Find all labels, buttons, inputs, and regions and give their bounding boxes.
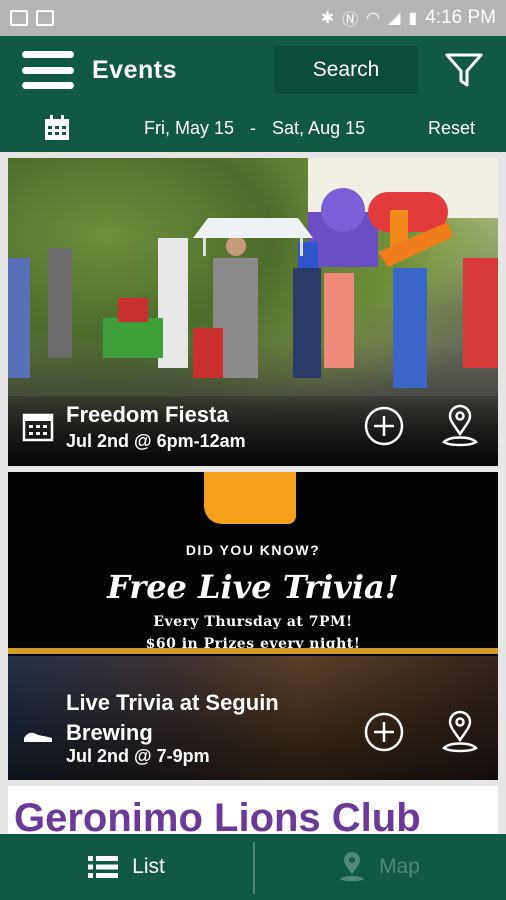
flyer-accent-shape xyxy=(204,472,296,524)
search-button[interactable]: Search xyxy=(274,46,418,94)
list-icon xyxy=(88,856,119,878)
flyer-divider xyxy=(8,648,498,654)
add-to-calendar-button[interactable] xyxy=(364,406,404,446)
list-view-tab[interactable]: List xyxy=(0,834,253,900)
wifi-icon: ◠ xyxy=(366,10,381,27)
battery-icon: ▮ xyxy=(408,10,418,27)
event-photo-detail xyxy=(8,238,498,388)
page-title: Events xyxy=(92,55,177,84)
event-time: Jul 2nd @ 6pm-12am xyxy=(66,431,246,451)
filter-icon[interactable] xyxy=(444,50,484,90)
event-time: Jul 2nd @ 7-9pm xyxy=(66,746,210,766)
flyer-text: DID YOU KNOW? xyxy=(185,542,321,558)
bluetooth-icon: ✱ xyxy=(320,10,335,27)
list-view-label: List xyxy=(132,855,165,878)
nfc-icon: Ⓝ xyxy=(342,12,359,29)
menu-icon-bar xyxy=(22,82,74,89)
nav-divider xyxy=(253,842,255,894)
bottom-navigation: List Map xyxy=(0,834,506,900)
sim-notification-icon xyxy=(36,10,54,26)
menu-icon-bar xyxy=(22,51,74,58)
event-title: Live Trivia at Seguin Brewing xyxy=(66,690,279,745)
event-card[interactable]: DID YOU KNOW? Free Live Trivia! Every Th… xyxy=(8,472,498,780)
event-list[interactable]: Freedom Fiesta Jul 2nd @ 6pm-12am DID YO… xyxy=(0,152,506,834)
app-bar: Events Search xyxy=(0,36,506,104)
event-title: Freedom Fiesta xyxy=(66,402,229,427)
shoe-icon xyxy=(24,732,52,742)
date-separator: - xyxy=(250,118,257,138)
reset-button[interactable]: Reset xyxy=(428,118,475,139)
date-range[interactable]: Fri, May 15 - Sat, Aug 15 xyxy=(144,118,365,139)
event-card[interactable]: Freedom Fiesta Jul 2nd @ 6pm-12am xyxy=(8,158,498,466)
gallery-notification-icon xyxy=(10,10,28,26)
map-view-label: Map xyxy=(379,855,420,878)
calendar-icon xyxy=(22,413,54,442)
map-pin-icon xyxy=(340,852,365,882)
status-time: 4:16 PM xyxy=(425,7,496,28)
location-pin-button[interactable] xyxy=(440,710,480,754)
flyer-text: Every Thursday at 7PM! xyxy=(153,614,353,630)
start-date: Fri, May 15 xyxy=(144,118,235,138)
event-title: Geronimo Lions Club xyxy=(14,796,421,834)
flyer-headline: Free Live Trivia! xyxy=(107,568,399,606)
signal-icon: ◢ xyxy=(388,10,401,27)
menu-icon-bar xyxy=(22,66,74,74)
event-card[interactable]: Geronimo Lions Club xyxy=(8,786,498,834)
status-bar: ✱ Ⓝ ◠ ◢ ▮ 4:16 PM xyxy=(0,0,506,36)
map-view-tab[interactable]: Map xyxy=(253,834,506,900)
calendar-icon[interactable] xyxy=(44,115,70,141)
add-to-calendar-button[interactable] xyxy=(364,712,404,752)
date-range-bar: Fri, May 15 - Sat, Aug 15 Reset xyxy=(0,104,506,152)
location-pin-button[interactable] xyxy=(440,404,480,448)
end-date: Sat, Aug 15 xyxy=(272,118,366,138)
menu-button[interactable] xyxy=(22,47,74,93)
